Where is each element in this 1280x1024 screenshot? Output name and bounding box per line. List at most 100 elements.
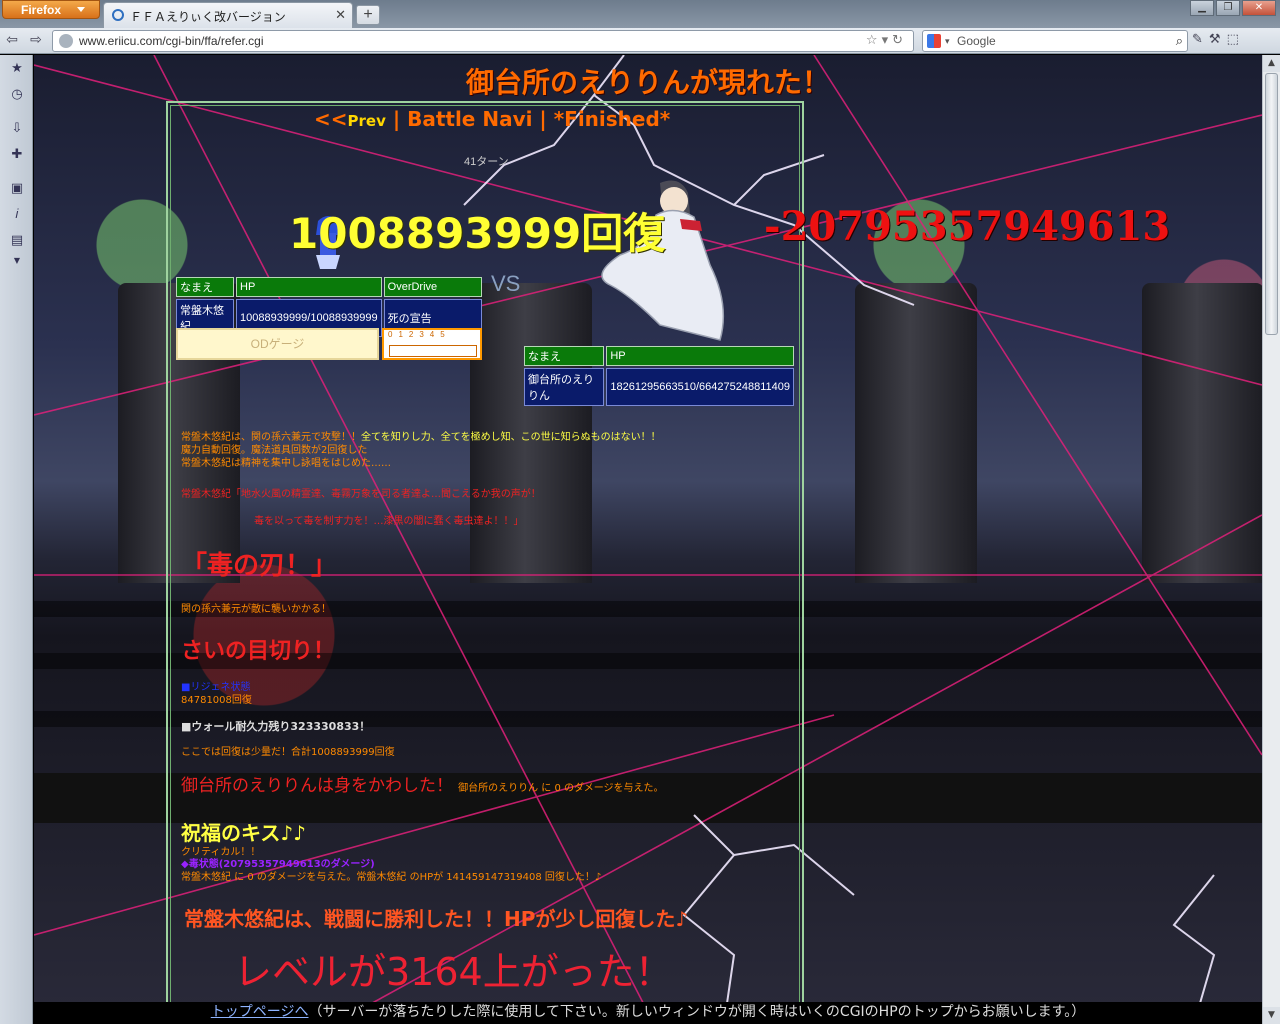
tools-icon[interactable]: ✎ [1192, 32, 1209, 47]
od-gauge-scale: 012345 [388, 330, 451, 339]
log-line: 毒を以って毒を制す力を！…漆黒の闇に蠢く毒虫達よ！！」 [254, 516, 524, 527]
log-line: 84781008回復 [181, 695, 252, 706]
enemy-hp: 18261295663510/664275248811409 [606, 368, 794, 406]
navigation-toolbar: ⇦ ⇨ www.eriicu.com/cgi-bin/ffa/refer.cgi… [0, 28, 1280, 54]
scroll-up-arrow-icon[interactable]: ▲ [1263, 55, 1280, 72]
dodge-text: 御台所のえりりんは身をかわした！ [181, 776, 453, 796]
menu-icon[interactable]: ⚒ [1209, 32, 1227, 47]
enemy-status-table: なまえ HP 御台所のえりりん 18261295663510/664275248… [522, 344, 796, 408]
versus-label: VS [491, 271, 521, 296]
sidebar-app-icon[interactable]: ▣ [9, 181, 25, 197]
damage-popup: -20795357949613 [764, 203, 1171, 250]
sidebar-more-icon[interactable]: ▼ [9, 253, 25, 269]
vertical-scrollbar[interactable]: ▲ ▼ [1262, 55, 1280, 1024]
background-pillar [1142, 283, 1262, 583]
heal-popup: 1008893999回復 [289, 209, 666, 258]
tab-title: ＦＦＡえりぃく改バージョン [130, 10, 286, 24]
footer-note: （サーバーが落ちたりした際に使用して下さい。新しいウィンドウが開く時はいくのCG… [308, 1004, 1086, 1020]
column-header-hp: HP [606, 346, 794, 366]
page-favicon-icon [112, 9, 124, 21]
history-clock-icon[interactable]: ◷ [9, 87, 25, 103]
column-header-hp: HP [236, 277, 382, 297]
log-wall: ■ウォール耐久力残り323330833！ [181, 720, 371, 733]
page-footer: トップページへ（サーバーが落ちたりした際に使用して下さい。新しいウィンドウが開く… [34, 1002, 1262, 1024]
google-engine-icon[interactable] [927, 34, 941, 48]
url-actions: ☆▾↻ [866, 31, 907, 51]
turn-counter: 41ターン [464, 156, 509, 168]
close-window-button[interactable]: ✕ [1242, 0, 1276, 16]
minimize-button[interactable]: ▁ [1190, 0, 1214, 16]
log-line: 魔力自動回復。魔法道具回数が2回復した [181, 445, 368, 456]
bookmark-star-icon[interactable]: ☆ [866, 33, 882, 48]
left-sidebar: ★ ◷ ⇩ ✚ ▣ 𝑖 ▤ ▼ [0, 55, 33, 1024]
dodge-detail: 御台所のえりりん に 0 のダメージを与えた。 [458, 783, 664, 794]
forward-arrow-icon[interactable]: ⇨ [28, 32, 44, 48]
column-header-name: なまえ [176, 277, 234, 297]
back-arrow-icon[interactable]: ⇦ [4, 32, 20, 48]
prev-arrows: << [314, 107, 348, 131]
background-pillar [855, 283, 977, 583]
addons-puzzle-icon[interactable]: ✚ [9, 147, 25, 163]
nav-separator: | [385, 107, 408, 131]
log-line: 関の孫六兼元が敵に襲いかかる！ [181, 604, 331, 615]
browser-tab[interactable]: ＦＦＡえりぃく改バージョン ✕ [103, 2, 353, 28]
battle-navigation: <<Prev | Battle Navi | *Finished* [314, 107, 670, 131]
enemy-name: 御台所のえりりん [524, 368, 605, 406]
battle-navi-link[interactable]: Battle Navi [407, 107, 532, 131]
history-dropdown-icon[interactable]: ▾ [882, 33, 893, 48]
search-placeholder: Google [957, 34, 996, 48]
window-controls: ▁ ❐ ✕ [1190, 0, 1276, 16]
encounter-headline: 御台所のえりりんが現れた！ [465, 66, 830, 99]
enemy-status-row: 御台所のえりりん 18261295663510/664275248811409 [524, 368, 794, 406]
reload-icon[interactable]: ↻ [892, 33, 907, 48]
log-line: 常盤木悠紀 に 0 のダメージを与えた。常盤木悠紀 のHPが 141459147… [181, 872, 602, 883]
info-icon[interactable]: 𝑖 [9, 207, 25, 223]
firefox-menu-button[interactable]: Firefox [2, 0, 100, 19]
column-header-name: なまえ [524, 346, 605, 366]
od-gauge-label: ODゲージ [176, 328, 379, 360]
title-bar: Firefox ＦＦＡえりぃく改バージョン ✕ + ▁ ❐ ✕ [0, 0, 1280, 28]
close-tab-icon[interactable]: ✕ [335, 7, 346, 23]
scroll-thumb[interactable] [1265, 73, 1278, 335]
log-status: ■リジェネ状態 [181, 682, 251, 693]
top-page-link[interactable]: トップページへ [211, 1004, 309, 1020]
od-gauge-bar [389, 345, 477, 357]
skill-name: さいの目切り！ [181, 639, 336, 664]
firefox-menu-label: Firefox [21, 3, 62, 17]
prev-label: Prev [347, 112, 386, 130]
log-line: ここでは回復は少量だ！合計1008893999回復 [181, 747, 395, 758]
skill-name: 「毒の刃！」 [181, 551, 338, 581]
globe-icon [59, 34, 73, 48]
nav-separator: | [532, 107, 554, 131]
image-icon[interactable]: ▤ [9, 233, 25, 249]
skill-name: 祝福のキス♪♪ [181, 821, 306, 845]
victory-message: 常盤木悠紀は、戦闘に勝利した！！HPが少し回復した♪ [184, 907, 689, 931]
scroll-down-arrow-icon[interactable]: ▼ [1263, 1007, 1280, 1024]
column-header-overdrive: OverDrive [383, 277, 482, 297]
chevron-down-icon [77, 7, 85, 12]
new-tab-button[interactable]: + [356, 5, 380, 25]
log-line: 常盤木悠紀は精神を集中し詠唱をはじめた…… [181, 458, 391, 469]
prev-link[interactable]: <<Prev [314, 107, 386, 131]
bookmarks-icon[interactable]: ★ [9, 61, 25, 77]
download-icon[interactable]: ⇩ [9, 121, 25, 137]
maximize-button[interactable]: ❐ [1216, 0, 1240, 16]
log-line: 常盤木悠紀「地水火風の精霊達、毒霧万象を司る者達よ…聞こえるか我の声が！ [181, 489, 541, 500]
toolbar-extensions: ✎⚒⬚ [1192, 32, 1245, 48]
enemy-status-header: なまえ HP [524, 346, 794, 366]
url-bar[interactable]: www.eriicu.com/cgi-bin/ffa/refer.cgi ☆▾↻ [52, 30, 914, 52]
search-icon[interactable]: ⌕ [1176, 31, 1183, 51]
game-page: 御台所のえりりんが現れた！ <<Prev | Battle Navi | *Fi… [34, 55, 1262, 1024]
level-up-message: レベルが3164上がった！ [234, 950, 673, 994]
pin-icon[interactable]: ⬚ [1227, 32, 1245, 47]
log-poison: ◆毒状態(20795357949613のダメージ) [181, 859, 375, 870]
url-text: www.eriicu.com/cgi-bin/ffa/refer.cgi [79, 34, 264, 48]
log-line: 常盤木悠紀は、関の孫六兼元で攻撃！！全てを知りし力、全てを極めし知、この世に知ら… [181, 431, 661, 444]
log-attack: 常盤木悠紀は、関の孫六兼元で攻撃！！ [181, 432, 361, 443]
log-line: 御台所のえりりんは身をかわした！ 御台所のえりりん に 0 のダメージを与えた。 [181, 771, 664, 796]
finished-link[interactable]: *Finished* [554, 107, 671, 131]
log-quote: 全てを知りし力、全てを極めし知、この世に知らぬものはない！！ [361, 432, 661, 443]
engine-dropdown-icon[interactable]: ▾ [945, 31, 950, 51]
player-status-header: なまえ HP OverDrive [176, 277, 482, 297]
search-box[interactable]: ▾ Google ⌕ [922, 30, 1188, 52]
